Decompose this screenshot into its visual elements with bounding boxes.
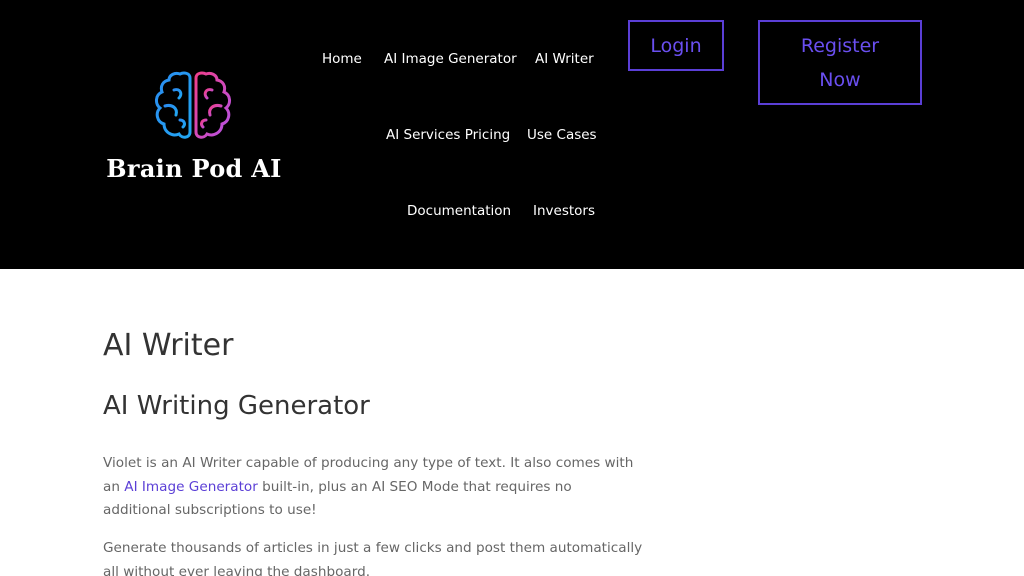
intro-paragraph: Violet is an AI Writer capable of produc… <box>103 455 634 518</box>
nav-item-ai-image-generator[interactable]: AI Image Generator <box>384 51 517 67</box>
register-now-button[interactable]: Register Now <box>758 20 922 105</box>
nav-item-investors[interactable]: Investors <box>533 203 595 219</box>
nav-item-home[interactable]: Home <box>322 51 362 67</box>
nav-item-ai-services-pricing[interactable]: AI Services Pricing <box>386 127 510 143</box>
page-title: AI Writer <box>103 328 234 363</box>
nav-item-documentation[interactable]: Documentation <box>407 203 511 219</box>
body-paragraph: Generate thousands of articles in just a… <box>103 540 643 576</box>
brand-logo[interactable]: Brain Pod AI <box>104 70 284 190</box>
brand-name: Brain Pod AI <box>106 154 282 183</box>
brain-icon <box>155 71 231 139</box>
site-header: Brain Pod AI Home AI Image Generator AI … <box>0 0 1024 269</box>
register-button-label: Register Now <box>800 34 880 91</box>
nav-item-ai-writer[interactable]: AI Writer <box>535 51 594 67</box>
ai-image-generator-link[interactable]: AI Image Generator <box>124 479 258 495</box>
nav-item-use-cases[interactable]: Use Cases <box>527 127 597 143</box>
section-heading: AI Writing Generator <box>103 391 370 421</box>
login-button[interactable]: Login <box>628 20 724 71</box>
